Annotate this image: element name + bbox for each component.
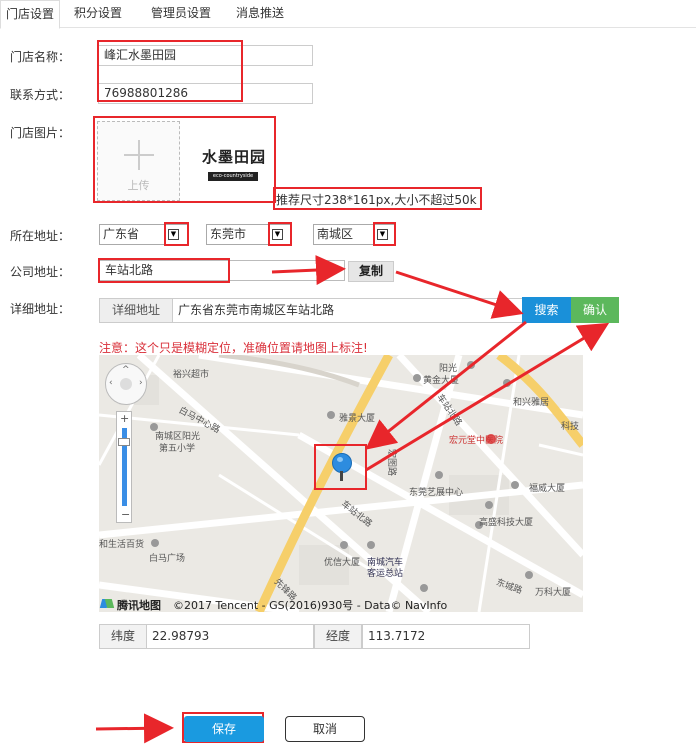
annotation-arrows	[95, 255, 610, 744]
save-button[interactable]: 保存	[184, 716, 264, 742]
arrow-to-search	[395, 270, 524, 319]
arrow-to-marker	[365, 320, 527, 450]
cancel-button[interactable]: 取消	[285, 716, 365, 742]
arrow-to-confirm	[365, 322, 610, 472]
arrow-to-save	[95, 713, 174, 744]
arrow-to-copy	[271, 255, 346, 286]
